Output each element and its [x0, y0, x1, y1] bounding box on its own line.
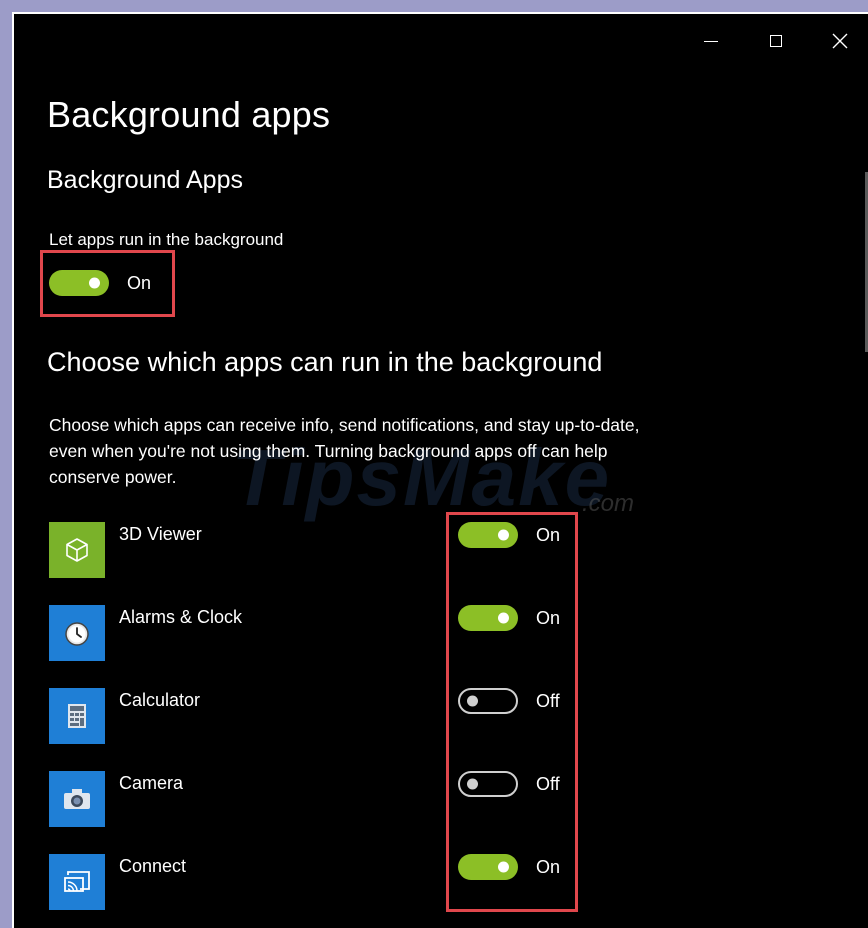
app-tile-alarms-clock: [49, 605, 105, 661]
maximize-button[interactable]: [753, 26, 799, 56]
choose-apps-title: Choose which apps can run in the backgro…: [47, 347, 603, 377]
app-tile-connect: [49, 854, 105, 910]
highlight-master-toggle: [40, 250, 175, 317]
app-name: 3D Viewer: [119, 524, 202, 544]
app-name: Connect: [119, 856, 187, 876]
section-title: Background Apps: [47, 166, 243, 194]
close-icon: [832, 33, 848, 49]
app-tile-calculator: [49, 688, 105, 744]
highlight-app-toggles: [446, 512, 578, 912]
app-name: Camera: [119, 773, 184, 793]
app-name: Alarms & Clock: [119, 607, 243, 627]
calculator-icon: [68, 704, 86, 728]
minimize-button[interactable]: [688, 26, 734, 56]
camera-icon: [64, 789, 90, 809]
clock-icon: [65, 622, 89, 646]
watermark-suffix: .com: [582, 490, 635, 517]
maximize-icon: [770, 35, 782, 47]
minimize-icon: [704, 40, 718, 42]
app-tile-camera: [49, 771, 105, 827]
app-tile-3d-viewer: [49, 522, 105, 578]
page-title: Background apps: [47, 94, 331, 135]
cube-icon: [66, 538, 88, 562]
settings-window: TipsMake .com Background apps Background…: [12, 12, 868, 928]
app-name: Calculator: [119, 690, 201, 710]
choose-apps-description: Choose which apps can receive info, send…: [49, 415, 640, 487]
master-toggle-label: Let apps run in the background: [49, 230, 284, 249]
close-button[interactable]: [817, 26, 863, 56]
cast-icon: [64, 871, 90, 892]
